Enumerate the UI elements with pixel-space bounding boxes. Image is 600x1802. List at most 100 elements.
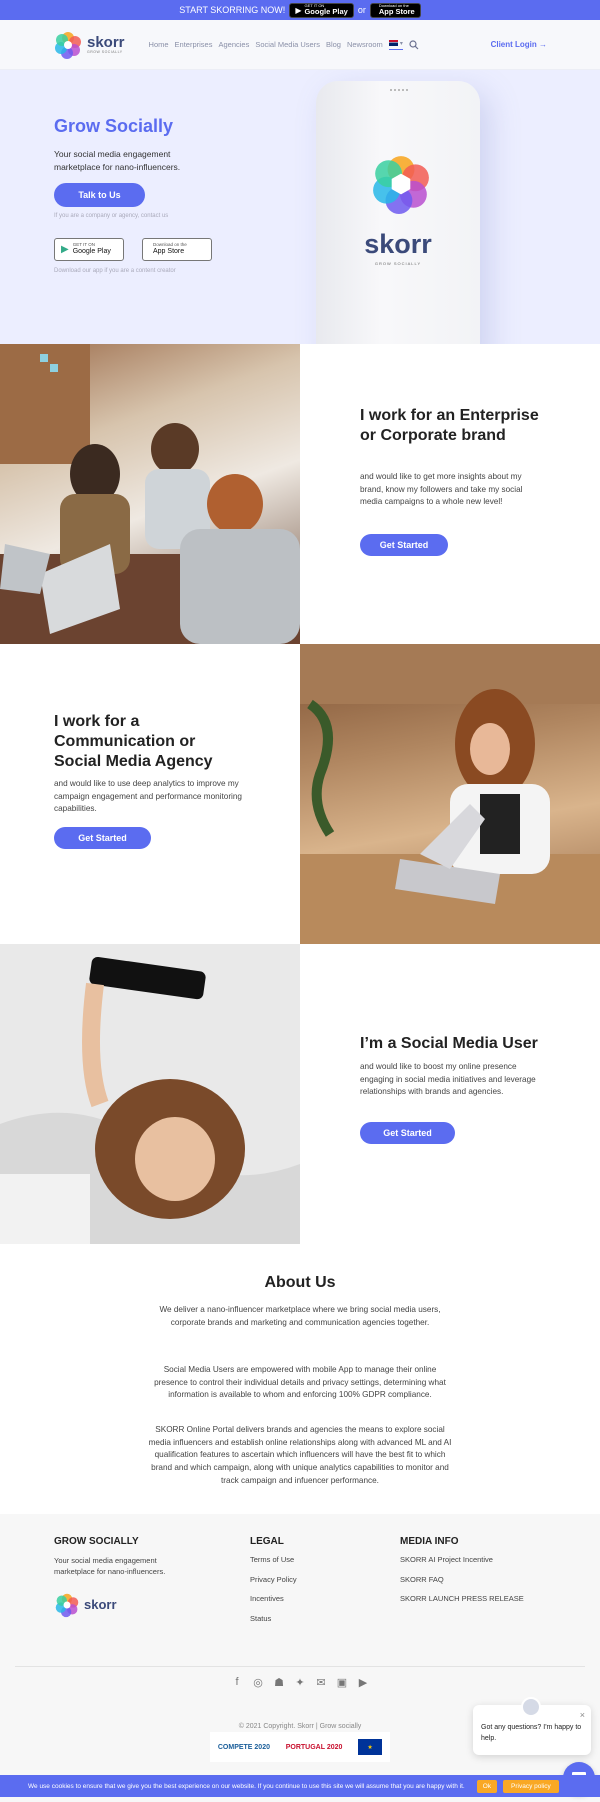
enterprise-photo — [0, 344, 300, 644]
promo-text: START SKORRING NOW! — [179, 5, 286, 15]
instagram-icon[interactable]: ◎ — [250, 1674, 266, 1690]
cookie-text: We use cookies to ensure that we give yo… — [28, 1782, 465, 1790]
chat-avatar — [521, 1697, 541, 1717]
social-links: f ◎ ☗ ✦ ✉ ▣ ▶ — [229, 1674, 371, 1690]
footer-link-privacy[interactable]: Privacy Policy — [250, 1575, 297, 1584]
about-paragraph-3: SKORR Online Portal delivers brands and … — [148, 1425, 452, 1485]
woman-selfie-image — [0, 944, 300, 1244]
footer-link-press-release[interactable]: SKORR LAUNCH PRESS RELEASE — [400, 1594, 524, 1603]
footer-link-faq[interactable]: SKORR FAQ — [400, 1575, 524, 1584]
agency-title: I work for a Communication or Social Med… — [54, 713, 213, 770]
google-play-badge[interactable]: ▶ GET IT ON Google Play — [54, 238, 124, 261]
phone-mockup: skorr GROW SOCIALLY — [316, 81, 480, 344]
about-title: About Us — [264, 1274, 336, 1291]
footer-col-media: MEDIA INFO SKORR AI Project Incentive SK… — [400, 1536, 524, 1614]
footer-col-about: GROW SOCIALLY Your social media engageme… — [54, 1536, 184, 1618]
chat-message: Got any questions? I'm happy to help. — [481, 1724, 582, 1743]
promo-bar: START SKORRING NOW! ▶ GET IT ON Google Pl… — [0, 0, 600, 20]
footer-logo-wordmark: skorr — [84, 1597, 117, 1612]
footer-link-status[interactable]: Status — [250, 1614, 297, 1623]
email-icon[interactable]: ✉ — [313, 1674, 329, 1690]
hero-title: Grow Socially — [54, 116, 174, 136]
user-title: I’m a Social Media User — [360, 1035, 538, 1052]
uk-flag-icon — [388, 40, 398, 46]
agency-desc: and would like to use deep analytics to … — [54, 779, 242, 814]
nav-social-media-users[interactable]: Social Media Users — [255, 40, 320, 49]
portugal-2020-logo: PORTUGAL 2020 — [285, 1743, 343, 1751]
user-desc: and would like to boost my online presen… — [360, 1062, 536, 1097]
snapchat-icon[interactable]: ☗ — [271, 1674, 287, 1690]
chevron-down-icon: ▾ — [399, 40, 403, 47]
flower-logo-icon — [55, 31, 81, 59]
phone-wordmark: skorr — [364, 229, 432, 259]
footer-media-title: MEDIA INFO — [400, 1536, 459, 1547]
cookie-ok-button[interactable]: Ok — [476, 1779, 498, 1793]
about-section: About Us We deliver a nano-influencer ma… — [0, 1244, 600, 1514]
app-hint: Download our app if you are a content cr… — [54, 268, 176, 274]
nav-home[interactable]: Home — [149, 40, 169, 49]
site-header: skorr GROW SOCIALLY Home Enterprises Age… — [0, 20, 600, 70]
enterprise-get-started-button[interactable]: Get Started — [360, 534, 448, 556]
search-icon[interactable] — [409, 39, 419, 50]
linkedin-icon[interactable]: ▣ — [334, 1674, 350, 1690]
phone-subtitle: GROW SOCIALLY — [374, 261, 422, 266]
play-icon: ▶ — [295, 5, 302, 15]
logo-wordmark: skorr — [87, 34, 125, 51]
footer-logo[interactable]: skorr — [54, 1592, 184, 1618]
close-icon[interactable]: × — [580, 1708, 585, 1722]
enterprise-desc: and would like to get more insights abou… — [360, 472, 523, 507]
youtube-icon[interactable]: ▶ — [355, 1674, 371, 1690]
agency-get-started-button[interactable]: Get Started — [54, 827, 151, 849]
footer-legal-title: LEGAL — [250, 1536, 284, 1547]
twitter-icon[interactable]: ✦ — [292, 1674, 308, 1690]
woman-laptop-image — [300, 644, 600, 944]
nav-blog[interactable]: Blog — [326, 40, 341, 49]
privacy-policy-button[interactable]: Privacy policy — [503, 1779, 559, 1793]
app-store-badge-top[interactable]: Download on the App Store — [369, 2, 421, 18]
phone-speaker — [390, 89, 408, 91]
main-nav: Home Enterprises Agencies Social Media U… — [149, 39, 419, 50]
team-meeting-image — [0, 344, 300, 644]
footer-col-legal: LEGAL Terms of Use Privacy Policy Incent… — [250, 1536, 297, 1633]
agency-photo — [300, 644, 600, 944]
footer-link-terms[interactable]: Terms of Use — [250, 1555, 297, 1564]
company-hint: If you are a company or agency, contact … — [54, 213, 169, 219]
compete-2020-logo: COMPETE 2020 — [217, 1743, 270, 1751]
user-photo — [0, 944, 300, 1244]
about-paragraph-1: We deliver a nano-influencer marketplace… — [159, 1305, 441, 1327]
funding-logos: COMPETE 2020 PORTUGAL 2020 ★ — [210, 1732, 390, 1762]
app-store-badge[interactable]: Download on the App Store — [142, 238, 212, 261]
agency-section: I work for a Communication or Social Med… — [0, 644, 600, 944]
hero-section: Grow Socially Your social media engageme… — [0, 70, 600, 344]
user-text: I’m a Social Media User and would like t… — [300, 944, 600, 1244]
nav-newsroom[interactable]: Newsroom — [347, 40, 383, 49]
logo-subtitle: GROW SOCIALLY — [87, 50, 123, 54]
eu-flag-icon: ★ — [358, 1739, 383, 1755]
user-get-started-button[interactable]: Get Started — [360, 1122, 455, 1144]
flower-logo-icon — [373, 156, 429, 214]
enterprise-title: I work for an Enterprise or Corporate br… — [360, 407, 539, 444]
site-footer: GROW SOCIALLY Your social media engageme… — [0, 1514, 600, 1802]
agency-text: I work for a Communication or Social Med… — [0, 644, 300, 944]
play-icon: ▶ — [61, 244, 69, 255]
footer-divider — [15, 1666, 585, 1667]
about-paragraph-2: Social Media Users are empowered with mo… — [154, 1365, 446, 1400]
flower-logo-icon — [55, 1593, 79, 1617]
cookie-banner: We use cookies to ensure that we give yo… — [0, 1775, 600, 1797]
google-play-badge-top[interactable]: ▶ GET IT ON Google Play — [289, 2, 354, 18]
hero-tagline: Your social media engagement marketplace… — [54, 149, 181, 172]
user-section: I’m a Social Media User and would like t… — [0, 944, 600, 1244]
footer-link-ai-project[interactable]: SKORR AI Project Incentive — [400, 1555, 524, 1564]
nav-enterprises[interactable]: Enterprises — [175, 40, 213, 49]
site-logo[interactable]: skorr GROW SOCIALLY — [53, 30, 125, 60]
footer-link-incentives[interactable]: Incentives — [250, 1594, 297, 1603]
language-selector[interactable]: ▾ — [388, 40, 403, 50]
client-login-link[interactable]: Client Login → — [491, 40, 547, 49]
facebook-icon[interactable]: f — [229, 1674, 245, 1690]
enterprise-section: I work for an Enterprise or Corporate br… — [0, 344, 600, 644]
nav-agencies[interactable]: Agencies — [218, 40, 249, 49]
footer-about-title: GROW SOCIALLY — [54, 1536, 139, 1547]
footer-about-desc: Your social media engagement marketplace… — [54, 1556, 166, 1577]
enterprise-text: I work for an Enterprise or Corporate br… — [300, 344, 600, 644]
talk-to-us-button[interactable]: Talk to Us — [54, 183, 145, 207]
